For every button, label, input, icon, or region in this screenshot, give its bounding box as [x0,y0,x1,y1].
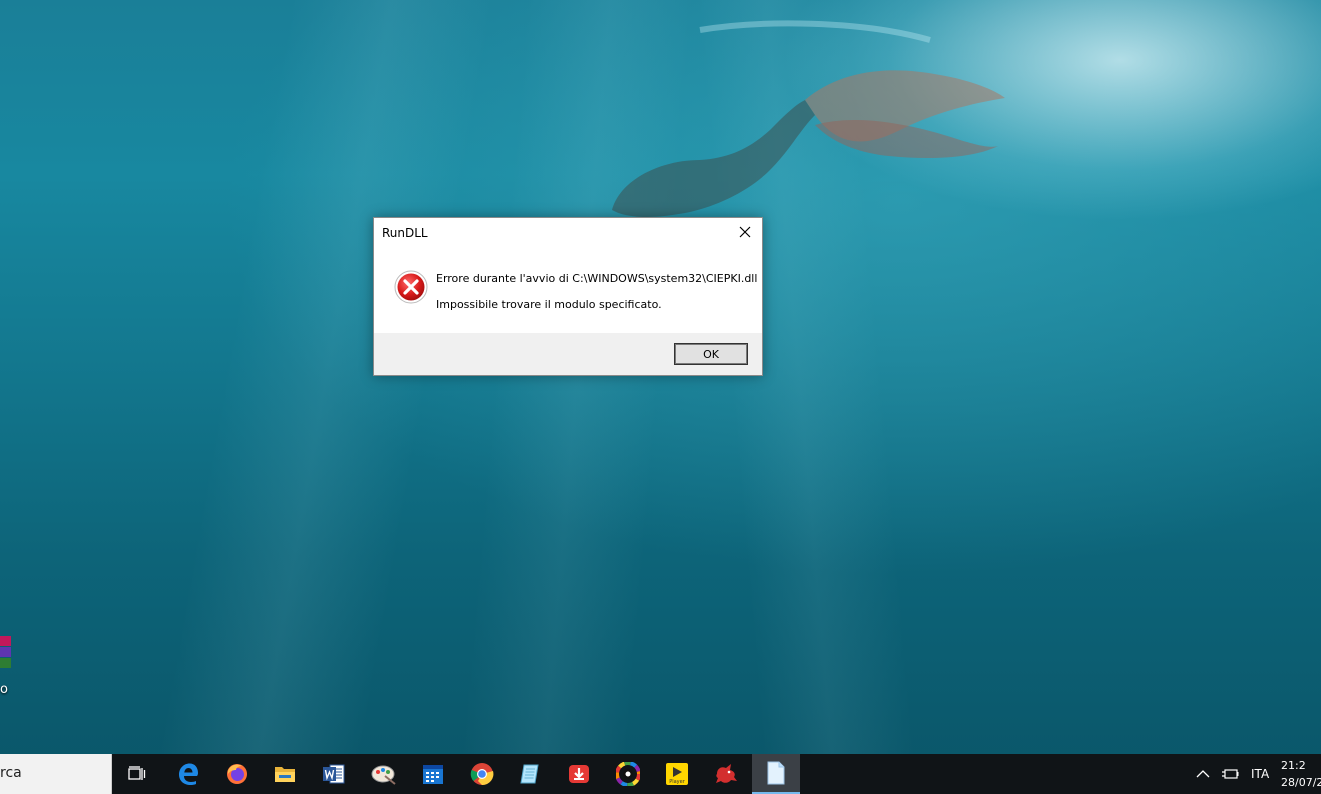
edge-icon [179,763,198,785]
desktop-icon-label: o [0,682,8,697]
taskbar-file-explorer[interactable] [261,754,309,794]
error-message-line1: Errore durante l'avvio di C:\WINDOWS\sys… [436,272,758,285]
taskbar-document-active[interactable] [752,754,800,794]
error-icon [394,270,428,304]
firefox-icon [227,764,247,784]
taskbar-downloader[interactable] [555,754,603,794]
ok-button[interactable]: OK [674,343,748,365]
notepad-icon [520,764,539,784]
taskbar-chrome[interactable] [458,754,506,794]
search-input[interactable]: rca [0,754,112,794]
taskbar-paint[interactable] [360,754,408,794]
dialog-title: RunDLL [382,226,428,240]
error-message-line2: Impossibile trovare il modulo specificat… [436,298,662,311]
taskbar-notepad[interactable] [506,754,554,794]
taskbar-color-app[interactable] [604,754,652,794]
taskbar-calendar[interactable] [409,754,457,794]
tray-overflow-button[interactable] [1196,754,1210,794]
download-icon [569,765,589,783]
calendar-icon [423,765,443,784]
player-icon: Player [666,763,688,785]
taskbar-red-app[interactable] [702,754,750,794]
word-icon [323,764,345,784]
chrome-icon [470,763,494,786]
winrar-icon [0,636,14,668]
wallpaper-swimmer [612,20,1005,217]
dialog-footer: OK [374,333,762,375]
document-icon [767,761,785,785]
tray-clock[interactable]: 21:2 28/07/2 [1281,757,1321,791]
paint-icon [371,765,396,785]
desktop-icon-winrar[interactable] [0,636,14,669]
taskbar: rca Player ITA 21:2 28/07/2 [0,754,1321,794]
tray-language[interactable]: ITA [1251,754,1269,794]
tray-power[interactable] [1221,754,1239,794]
close-icon [739,226,751,238]
clock-date: 28/07/2 [1281,776,1321,789]
folder-icon [275,767,295,782]
clock-time: 21:2 [1281,759,1306,772]
red-creature-icon [716,764,737,783]
rundll-dialog: RunDLL Errore durante l'avvio di C:\WIND… [373,217,763,376]
task-view-icon [128,766,146,780]
chevron-up-icon [1196,770,1210,778]
taskbar-word[interactable] [310,754,358,794]
language-indicator: ITA [1251,767,1270,781]
taskbar-firefox[interactable] [213,754,261,794]
battery-plug-icon [1222,769,1239,779]
taskbar-player[interactable]: Player [653,754,701,794]
search-text: rca [0,765,22,781]
taskbar-edge[interactable] [164,754,212,794]
player-icon-text: Player [669,779,686,785]
color-wheel-icon [616,762,640,786]
task-view-button[interactable] [113,754,161,794]
close-button[interactable] [728,218,762,246]
